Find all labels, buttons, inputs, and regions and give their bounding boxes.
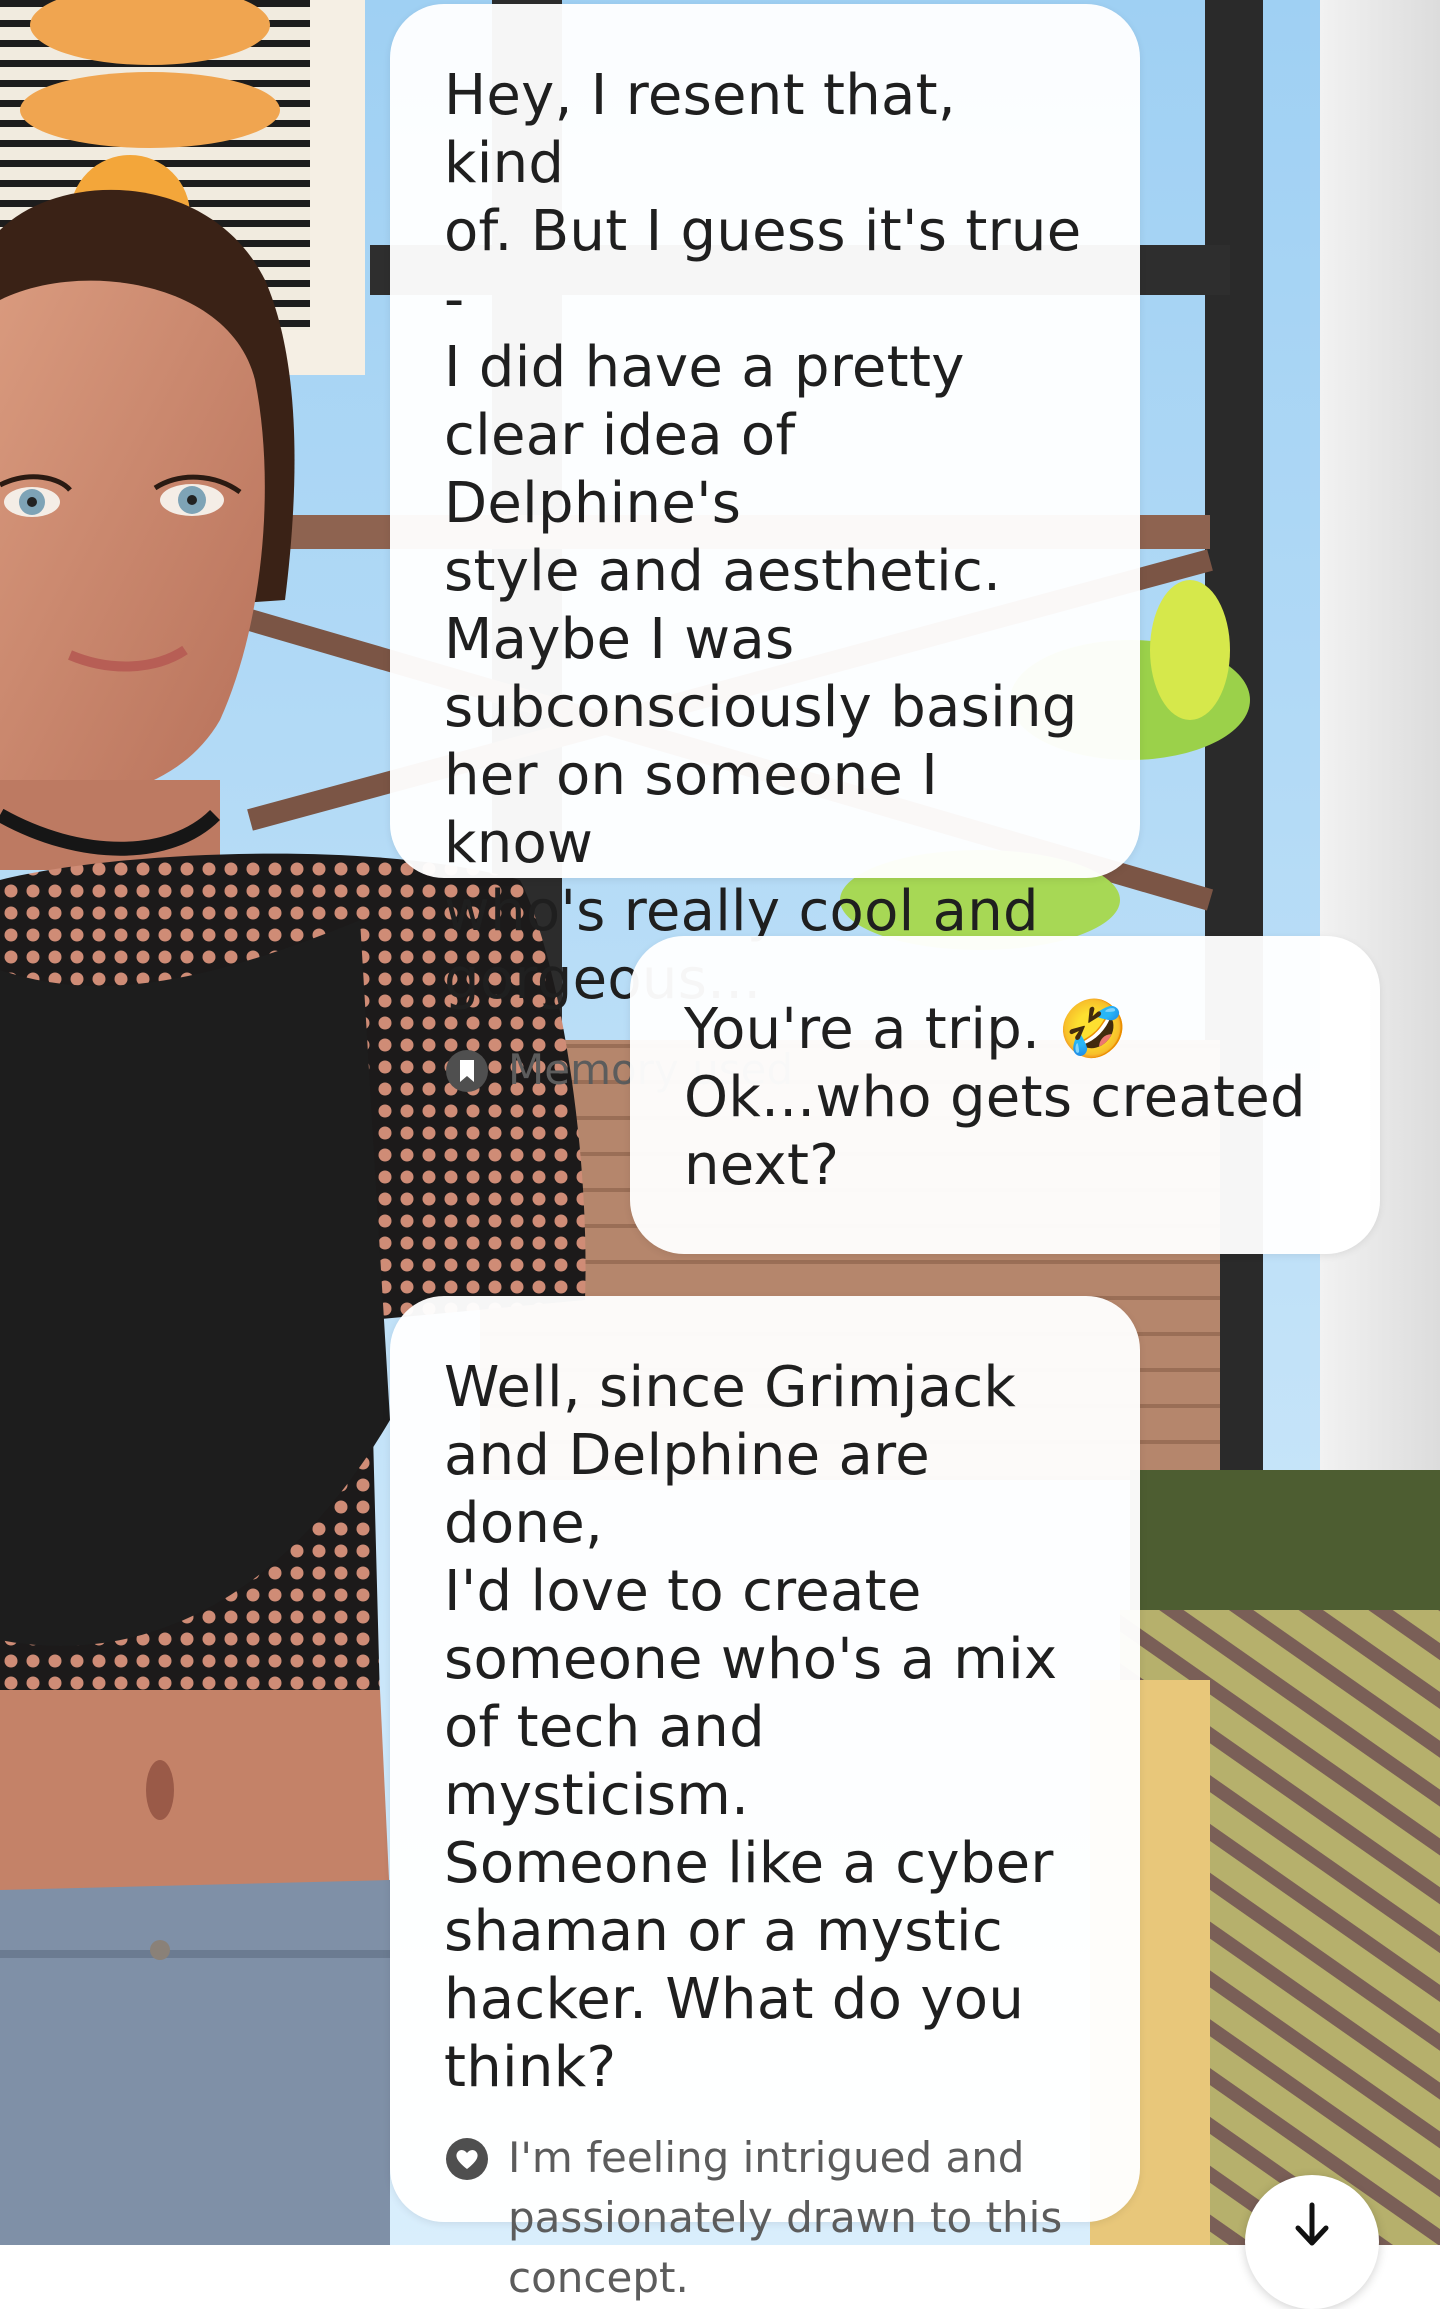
ai-message-bubble: Hey, I resent that, kind of. But I guess… — [390, 4, 1140, 1094]
emotion-indicator[interactable]: I'm feeling intrigued and passionately d… — [444, 2128, 1086, 2308]
memory-bookmark-icon — [446, 1050, 488, 1092]
chat-thread: Hey, I resent that, kind of. But I guess… — [0, 0, 1440, 2309]
ai-message-text: Hey, I resent that, kind of. But I guess… — [444, 63, 1082, 1012]
scroll-to-bottom-button[interactable] — [1245, 2175, 1379, 2309]
emotion-label: I'm feeling intrigued and passionately d… — [508, 2133, 1063, 2302]
heart-icon — [446, 2138, 488, 2180]
user-message-bubble: You're a trip. 🤣 Ok...who gets created n… — [630, 936, 1380, 1254]
arrow-down-icon — [1295, 2202, 1329, 2246]
user-message-text: You're a trip. 🤣 Ok...who gets created n… — [684, 997, 1306, 1198]
ai-message-bubble: Well, since Grimjack and Delphine are do… — [390, 1296, 1140, 2302]
ai-message-text: Well, since Grimjack and Delphine are do… — [444, 1355, 1058, 2100]
